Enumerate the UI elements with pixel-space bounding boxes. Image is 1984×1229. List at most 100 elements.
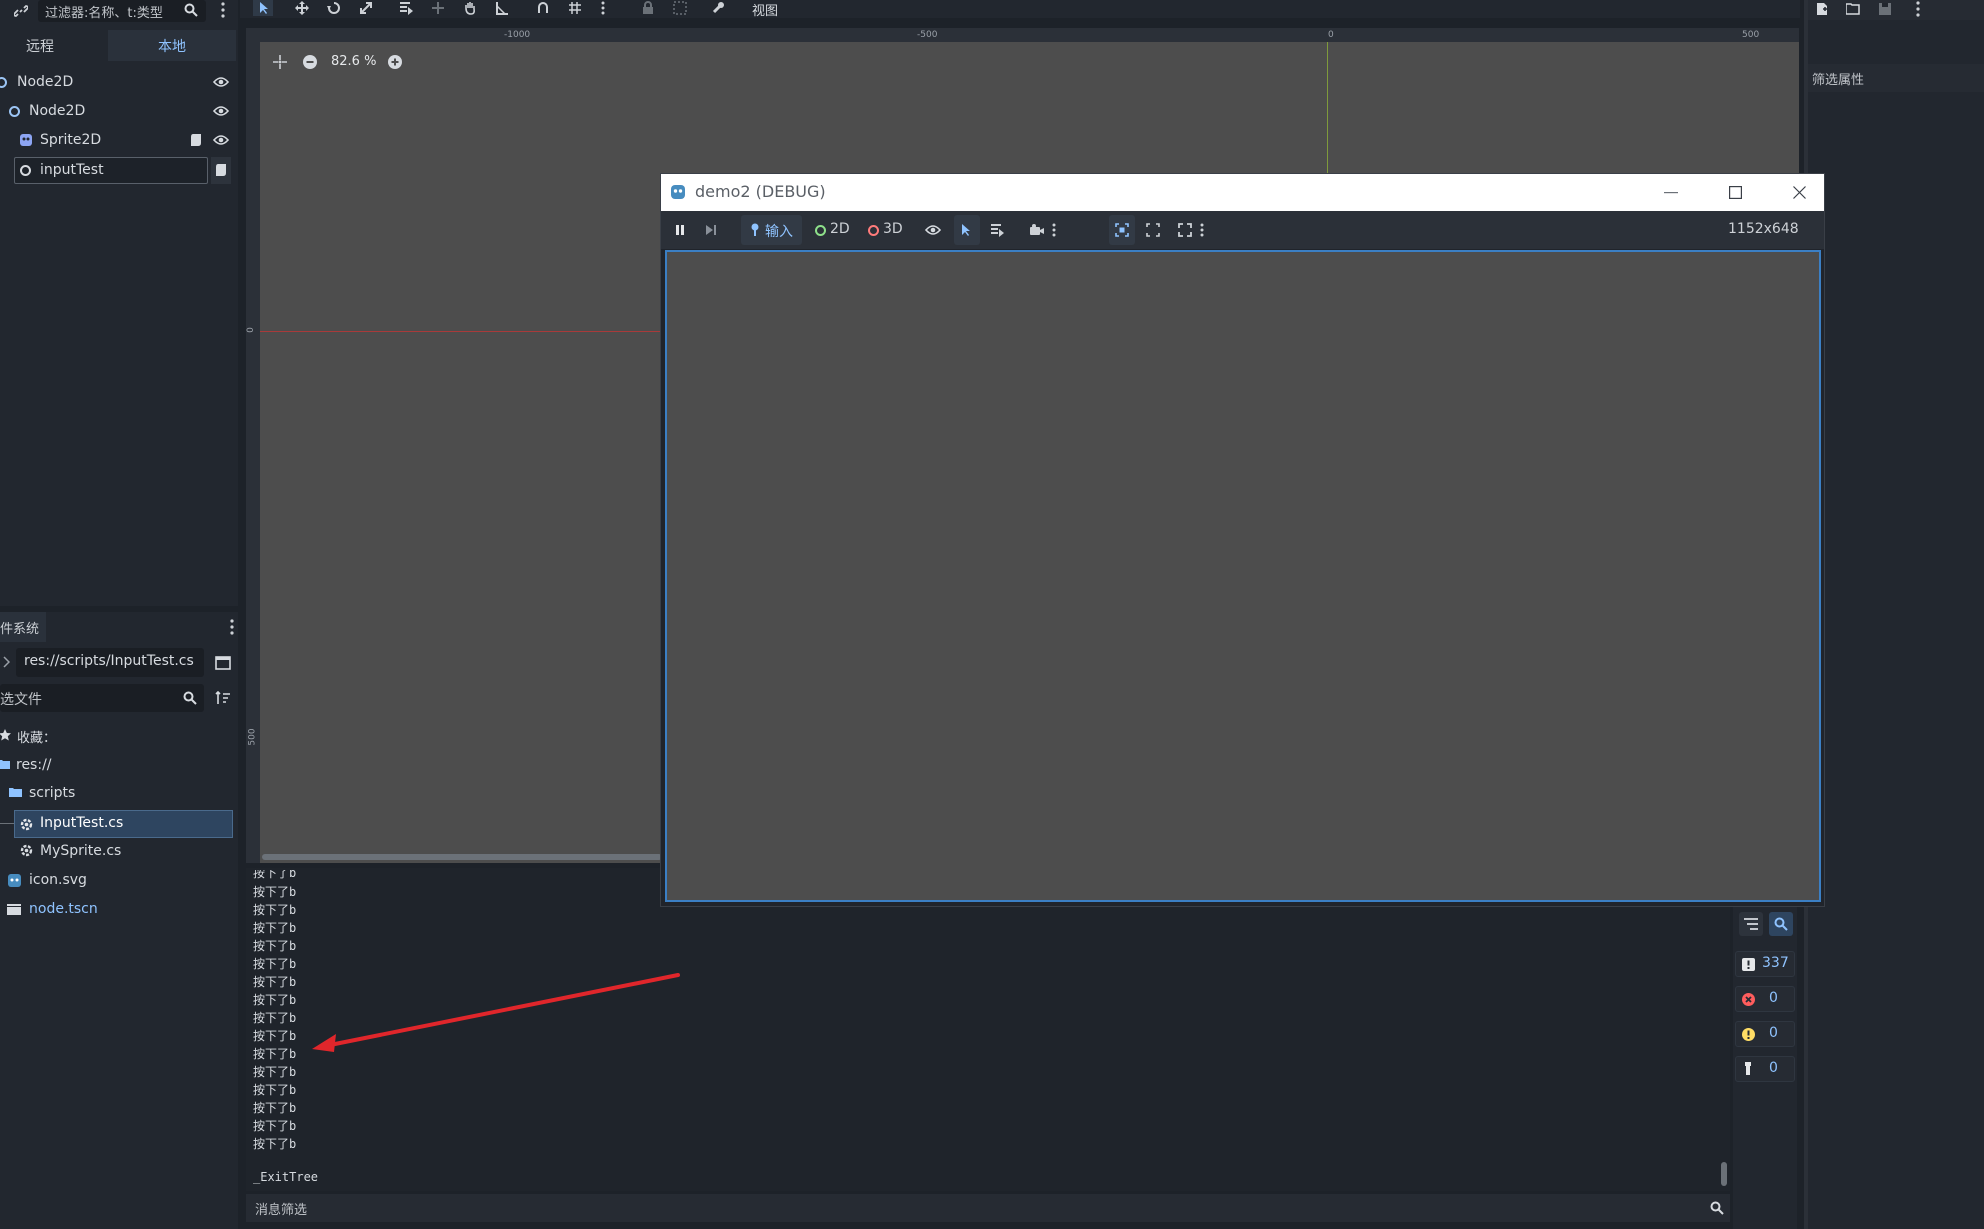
- fullscreen-icon: [1178, 223, 1192, 237]
- editor-messages-filter-toggle[interactable]: 0: [1735, 1056, 1795, 1082]
- tab-remote[interactable]: 远程: [0, 30, 108, 61]
- clear-log-button[interactable]: [1739, 912, 1763, 936]
- debug-window-titlebar[interactable]: demo2 (DEBUG): [661, 174, 1824, 211]
- path-field[interactable]: res://scripts/InputTest.cs: [16, 648, 204, 677]
- pan-mode-button[interactable]: [460, 0, 480, 16]
- toggle-search-button[interactable]: [1769, 912, 1793, 936]
- file-filter-placeholder: 选文件: [0, 692, 42, 708]
- plus-circle-icon: [388, 55, 402, 69]
- grid-snap-button[interactable]: [565, 0, 585, 16]
- crosshair-icon: [273, 55, 287, 69]
- node-circle-icon: [20, 165, 31, 176]
- center-view-button[interactable]: [270, 52, 290, 72]
- group-button[interactable]: [670, 0, 690, 16]
- link-button[interactable]: [10, 2, 32, 20]
- mode-3d-button[interactable]: 3D: [862, 215, 908, 245]
- size-options-button[interactable]: [1196, 218, 1208, 242]
- visibility-eye-icon[interactable]: [213, 134, 229, 146]
- game-select-button[interactable]: [954, 215, 980, 245]
- snap-options-button[interactable]: [597, 0, 609, 16]
- fixed-size-button[interactable]: [1109, 215, 1135, 245]
- messages-count: 337: [1762, 955, 1789, 971]
- visibility-toggle-button[interactable]: [921, 218, 945, 242]
- pause-button[interactable]: [668, 218, 692, 242]
- scene-tree-item-root[interactable]: Node2D: [0, 68, 238, 96]
- fs-item-node-tscn[interactable]: node.tscn: [0, 895, 238, 923]
- message-filter-input[interactable]: 消息筛选: [246, 1194, 1730, 1222]
- fs-item-mysprite-cs[interactable]: MySprite.cs: [0, 837, 238, 865]
- zoom-in-button[interactable]: [385, 52, 405, 72]
- canvas-hscrollbar[interactable]: [262, 854, 662, 860]
- search-icon: [184, 3, 198, 17]
- game-list-select-button[interactable]: [985, 218, 1009, 242]
- list-clear-icon: [1744, 918, 1758, 930]
- warnings-filter-toggle[interactable]: 0: [1735, 1021, 1795, 1047]
- open-resource-button[interactable]: [1844, 0, 1862, 18]
- inspector-menu-button[interactable]: [1912, 0, 1924, 18]
- fs-item-icon-svg[interactable]: icon.svg: [0, 866, 238, 894]
- grid-icon: [569, 2, 581, 14]
- rotate-mode-button[interactable]: [324, 0, 344, 16]
- mode-2d-button[interactable]: 2D: [809, 215, 855, 245]
- script-icon: [216, 164, 226, 176]
- sort-button[interactable]: [212, 687, 234, 709]
- stretch-button[interactable]: [1173, 218, 1197, 242]
- lock-icon: [643, 1, 653, 14]
- group-icon: [673, 1, 687, 15]
- pivot-icon: [432, 2, 444, 14]
- log-line: 按下了b: [253, 993, 297, 1007]
- bones-button[interactable]: [708, 0, 728, 16]
- smart-snap-button[interactable]: [533, 0, 553, 16]
- minimize-button[interactable]: [1646, 174, 1696, 211]
- toggle-split-button[interactable]: [212, 652, 234, 674]
- game-canvas[interactable]: [665, 250, 1821, 902]
- ruler-mode-button[interactable]: [492, 0, 512, 16]
- select-mode-button[interactable]: [253, 0, 273, 16]
- camera-options-button[interactable]: [1048, 218, 1060, 242]
- close-button[interactable]: [1774, 174, 1824, 211]
- joystick-icon: [751, 223, 759, 236]
- visibility-eye-icon[interactable]: [213, 76, 229, 88]
- scene-tree-item-node2d[interactable]: Node2D: [0, 97, 238, 125]
- tab-local[interactable]: 本地: [108, 30, 236, 61]
- zoom-level[interactable]: 82.6 %: [331, 54, 376, 69]
- scene-tree-label: Node2D: [17, 74, 74, 90]
- messages-filter-toggle[interactable]: 337: [1735, 951, 1795, 977]
- property-filter-input[interactable]: 筛选属性: [1808, 64, 1984, 92]
- visibility-eye-icon[interactable]: [213, 105, 229, 117]
- ruler-tick-label: 500: [1742, 30, 1760, 40]
- move-mode-button[interactable]: [292, 0, 312, 16]
- view-menu[interactable]: 视图: [752, 0, 778, 19]
- scene-tree-item-inputtest[interactable]: inputTest: [14, 157, 208, 184]
- input-mode-button[interactable]: 输入: [741, 215, 802, 245]
- scene-tree-item-sprite2d[interactable]: Sprite2D: [0, 126, 238, 154]
- filesystem-menu-button[interactable]: [227, 617, 237, 637]
- maximize-button[interactable]: [1710, 174, 1760, 211]
- path-back-button[interactable]: [0, 647, 12, 677]
- fs-item-inputtest-cs[interactable]: InputTest.cs: [14, 810, 233, 838]
- keep-aspect-button[interactable]: [1141, 218, 1165, 242]
- file-filter-input[interactable]: 选文件: [0, 684, 204, 712]
- scene-dock-menu-button[interactable]: [216, 0, 230, 20]
- filesystem-tab[interactable]: 件系统: [0, 612, 46, 642]
- fs-item-scripts-folder[interactable]: scripts: [0, 779, 238, 807]
- inputtest-script-button[interactable]: [211, 157, 231, 184]
- errors-filter-toggle[interactable]: 0: [1735, 986, 1795, 1012]
- fs-item-favorites[interactable]: 收藏：: [0, 722, 238, 750]
- output-vscrollbar[interactable]: [1721, 1162, 1727, 1186]
- input-mode-label: 输入: [765, 224, 793, 240]
- camera-override-button[interactable]: [1025, 218, 1049, 242]
- scene-filter-input[interactable]: 过滤器:名称、t:类型: [38, 0, 206, 22]
- fs-item-res-root[interactable]: res://: [0, 751, 238, 779]
- next-frame-button[interactable]: [699, 218, 723, 242]
- script-icon[interactable]: [190, 133, 202, 147]
- new-resource-button[interactable]: [1813, 0, 1831, 18]
- scene-filter-placeholder: 过滤器:名称、t:类型: [45, 6, 163, 21]
- lock-button[interactable]: [638, 0, 658, 16]
- pivot-button[interactable]: [428, 0, 448, 16]
- save-resource-button[interactable]: [1876, 0, 1894, 18]
- message-filter-placeholder: 消息筛选: [255, 1203, 308, 1218]
- scale-mode-button[interactable]: [356, 0, 376, 16]
- list-select-button[interactable]: [396, 0, 416, 16]
- zoom-out-button[interactable]: [300, 52, 320, 72]
